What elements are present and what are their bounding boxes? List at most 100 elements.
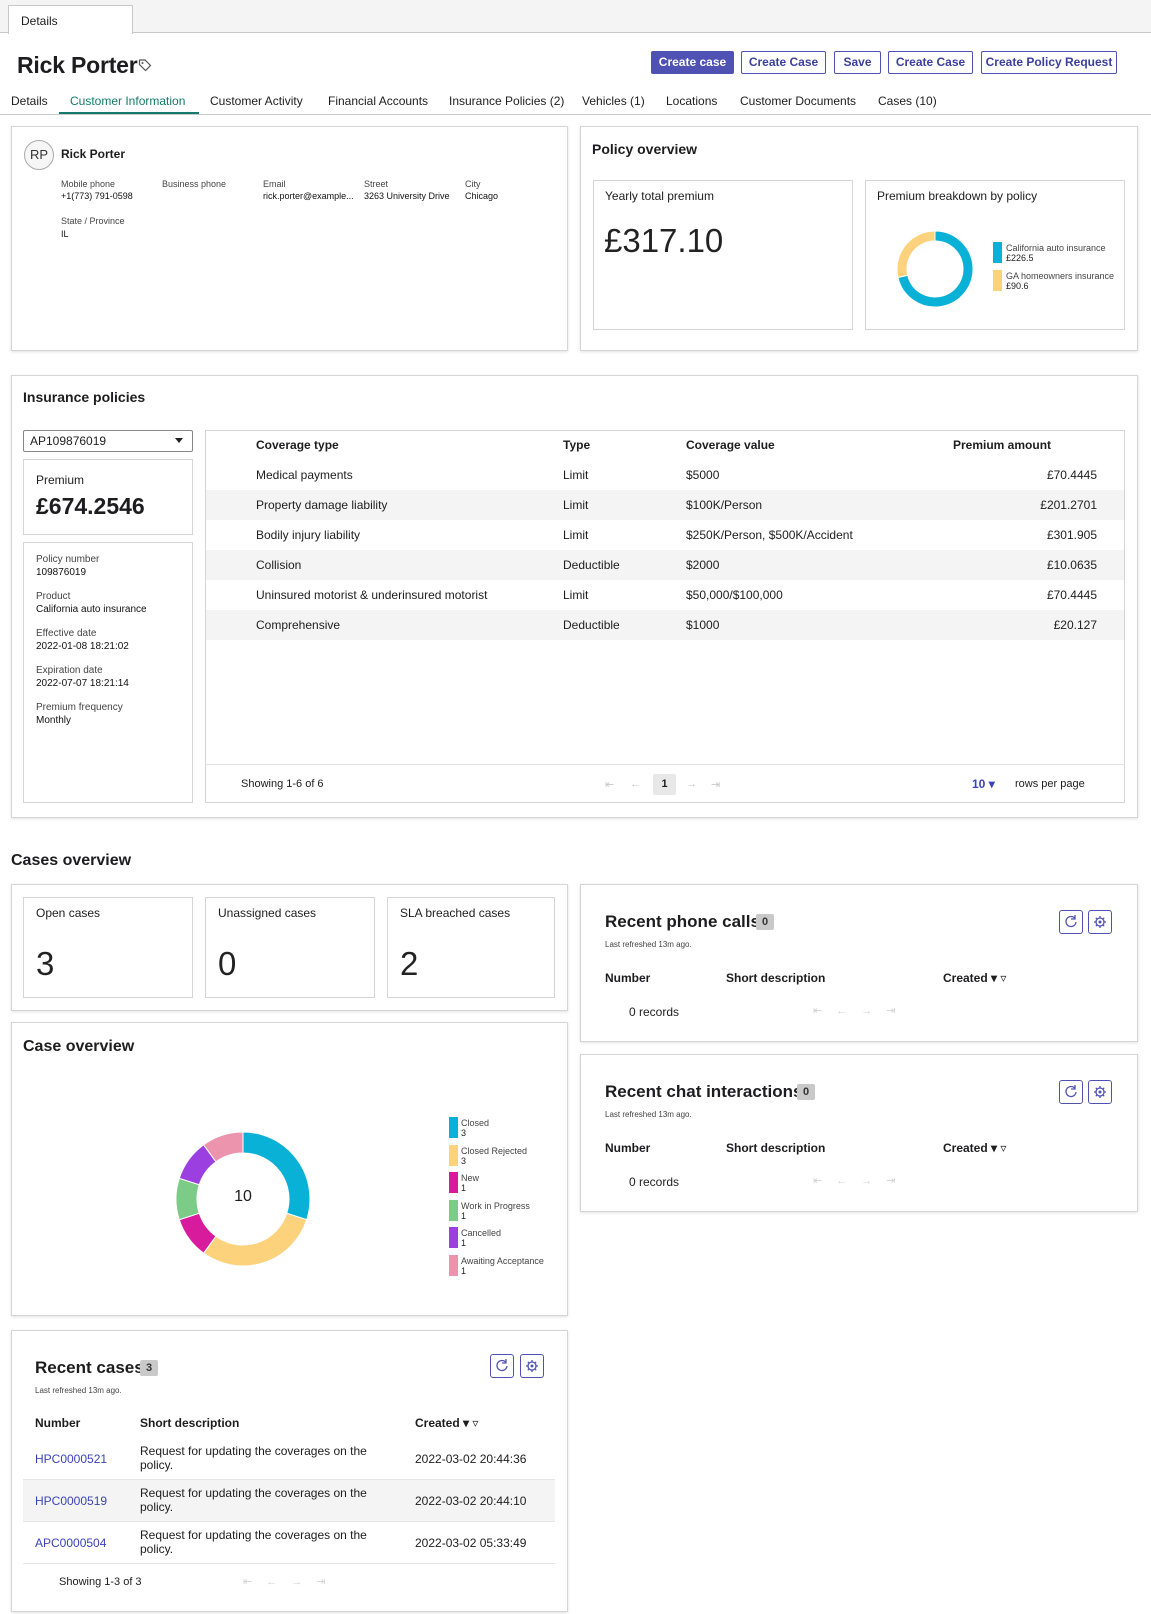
active-tab-indicator <box>59 112 199 114</box>
legend-value: 1 <box>461 1210 467 1221</box>
column-header-type[interactable]: Type <box>563 438 590 452</box>
case-status-slice-closed-rejected[interactable] <box>202 1212 308 1267</box>
refresh-button[interactable] <box>1059 1080 1083 1104</box>
tab-customer-information[interactable]: Customer Information <box>70 94 185 108</box>
last-page-icon[interactable]: ⇥ <box>886 1175 909 1187</box>
prev-page-icon[interactable]: ← <box>836 1005 861 1017</box>
tab-cases[interactable]: Cases (10) <box>878 94 937 108</box>
case-number-link[interactable]: HPC0000519 <box>35 1494 107 1508</box>
tab-customer-activity[interactable]: Customer Activity <box>210 94 303 108</box>
tab-vehicles[interactable]: Vehicles (1) <box>582 94 645 108</box>
legend-label: Closed Rejected <box>461 1145 528 1156</box>
create-case-button[interactable]: Create Case <box>741 51 826 74</box>
case-status-slice-work-in-progress[interactable] <box>175 1177 200 1221</box>
sort-desc-icon: ▾ <box>463 1416 470 1430</box>
table-cell: $250K/Person, $500K/Accident <box>686 528 853 542</box>
policy-select[interactable]: AP109876019 <box>23 430 193 452</box>
prev-page-icon[interactable]: ← <box>836 1175 861 1187</box>
create-case-button-2[interactable]: Create Case <box>888 51 973 74</box>
state-label: State / Province <box>61 216 125 226</box>
page-title: Rick Porter <box>17 52 138 78</box>
phone-column-created[interactable]: Created ▾ ▿ <box>943 971 1006 985</box>
chat-column-short-description[interactable]: Short description <box>726 1141 825 1155</box>
case-status-slice-closed[interactable] <box>242 1131 311 1221</box>
cases-column-short-description[interactable]: Short description <box>140 1416 239 1430</box>
phone-column-short-description[interactable]: Short description <box>726 971 825 985</box>
next-page-icon[interactable]: → <box>686 778 697 790</box>
first-page-icon[interactable]: ⇤ <box>605 778 614 791</box>
legend-label: Closed <box>461 1118 490 1128</box>
chat-column-created[interactable]: Created ▾ ▿ <box>943 1141 1006 1155</box>
table-cell: Deductible <box>563 618 620 632</box>
prev-page-icon[interactable]: ← <box>266 1576 291 1588</box>
table-cell: Collision <box>256 558 302 572</box>
chat-column-number[interactable]: Number <box>605 1141 650 1155</box>
filter-icon[interactable]: ▿ <box>1000 1141 1006 1155</box>
cases-column-created[interactable]: Created ▾ ▿ <box>415 1416 478 1430</box>
business-phone-label: Business phone <box>162 179 227 189</box>
settings-button[interactable] <box>1088 1080 1112 1104</box>
premium-breakdown-label: Premium breakdown by policy <box>877 189 1038 203</box>
first-page-icon[interactable]: ⇤ <box>243 1576 266 1588</box>
case-number-link[interactable]: HPC0000521 <box>35 1452 107 1466</box>
coverage-showing-text: Showing 1-6 of 6 <box>241 778 324 790</box>
current-page-button[interactable]: 1 <box>653 774 676 795</box>
table-cell: Limit <box>563 588 589 602</box>
save-button[interactable]: Save <box>834 51 881 74</box>
table-row[interactable] <box>206 550 1124 580</box>
policy-overview-title: Policy overview <box>592 141 698 157</box>
refresh-button[interactable] <box>490 1354 514 1378</box>
next-page-icon[interactable]: → <box>861 1005 886 1017</box>
legend-swatch <box>449 1227 458 1248</box>
avatar: RP <box>24 140 54 170</box>
caret-down-icon: ▾ <box>988 777 995 791</box>
tab-locations[interactable]: Locations <box>666 94 717 108</box>
legend-swatch <box>449 1254 458 1276</box>
tab-customer-documents[interactable]: Customer Documents <box>740 94 856 108</box>
cases-column-number[interactable]: Number <box>35 1416 80 1430</box>
filter-icon[interactable]: ▿ <box>1000 971 1006 985</box>
prev-page-icon[interactable]: ← <box>630 778 641 790</box>
recent-cases-title: Recent cases <box>35 1358 144 1377</box>
gear-icon <box>1094 916 1106 928</box>
column-header-premium-amount[interactable]: Premium amount <box>953 438 1051 452</box>
phone-calls-count-badge: 0 <box>756 914 774 930</box>
chevron-down-icon[interactable] <box>175 438 183 444</box>
last-page-icon[interactable]: ⇥ <box>316 1576 339 1588</box>
kpi-sla-breached-label: SLA breached cases <box>400 906 511 920</box>
table-cell: £201.2701 <box>1040 498 1097 512</box>
last-page-icon[interactable]: ⇥ <box>711 778 720 791</box>
first-page-icon[interactable]: ⇤ <box>813 1005 836 1017</box>
table-row[interactable] <box>206 610 1124 640</box>
first-page-icon[interactable]: ⇤ <box>813 1175 836 1187</box>
tag-icon[interactable] <box>138 58 152 72</box>
rows-per-page-select[interactable]: 10 ▾ <box>972 777 995 791</box>
table-cell: £70.4445 <box>1046 468 1097 482</box>
tab-financial-accounts[interactable]: Financial Accounts <box>328 94 428 108</box>
phone-column-number[interactable]: Number <box>605 971 650 985</box>
chat-refreshed: Last refreshed 13m ago. <box>605 1110 692 1119</box>
next-page-icon[interactable]: → <box>291 1576 316 1588</box>
table-cell: $50,000/$100,000 <box>686 588 783 602</box>
case-number-link[interactable]: APC0000504 <box>35 1536 106 1550</box>
tab-insurance-policies[interactable]: Insurance Policies (2) <box>449 94 564 108</box>
email-value[interactable]: rick.porter@example... <box>263 190 354 202</box>
policy-detail-value: Monthly <box>36 715 72 726</box>
column-header-coverage-type[interactable]: Coverage type <box>256 438 339 452</box>
create-policy-request-button[interactable]: Create Policy Request <box>981 51 1117 74</box>
table-cell: Limit <box>563 468 589 482</box>
create-case-primary-button[interactable]: Create case <box>651 51 734 74</box>
column-header-coverage-value[interactable]: Coverage value <box>686 438 775 452</box>
mobile-phone-value[interactable]: +1(773) 791-0598 <box>61 190 133 202</box>
refresh-button[interactable] <box>1059 910 1083 934</box>
premium-slice-ga-homeowners-insurance[interactable] <box>896 230 936 279</box>
last-page-icon[interactable]: ⇥ <box>886 1005 909 1017</box>
table-cell: £70.4445 <box>1046 588 1097 602</box>
settings-button[interactable] <box>1088 910 1112 934</box>
legend-ga-name: GA homeowners insurance <box>1006 271 1115 281</box>
tab-details-top[interactable]: Details <box>8 5 133 34</box>
filter-icon[interactable]: ▿ <box>472 1416 478 1430</box>
tab-details[interactable]: Details <box>11 94 48 108</box>
next-page-icon[interactable]: → <box>861 1175 886 1187</box>
settings-button[interactable] <box>520 1354 544 1378</box>
